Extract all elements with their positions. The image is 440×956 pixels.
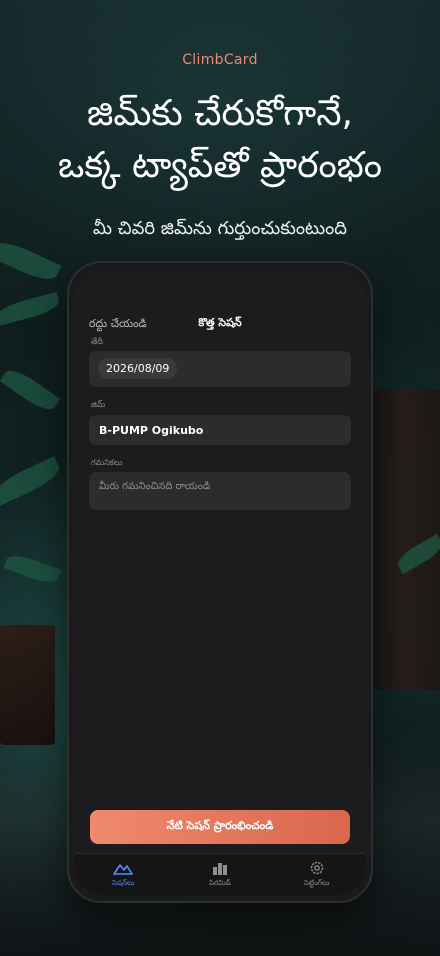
plant-leaf (0, 236, 62, 286)
plant-leaf (0, 291, 62, 327)
date-label: తేదీ (91, 337, 103, 346)
date-field[interactable]: 2026/08/09 (89, 351, 351, 387)
notes-field[interactable]: మీరు గమనించినది రాయండి (89, 472, 351, 510)
gym-value: B-PUMP Ogikubo (99, 424, 204, 437)
phone-mockup: రద్దు చేయండి కొత్త సెషన్ తేదీ 2026/08/09… (67, 261, 373, 903)
marketing-subline: మీ చివరి జిమ్‌ను గుర్తుంచుకుంటుంది (93, 218, 347, 239)
notes-label: గమనికలు (91, 458, 123, 467)
tab-sessions[interactable]: సెషన్‌లు (75, 854, 172, 895)
plant-leaf (0, 364, 61, 416)
marketing-headline: జిమ్‌కు చేరుకోగానే, ఒక్క ట్యాప్‌తో ప్రార… (0, 88, 440, 192)
brand-name: ClimbCard (182, 52, 258, 68)
tab-label: సెట్టింగ్‌లు (304, 879, 330, 887)
date-picker-chip[interactable]: 2026/08/09 (98, 358, 178, 379)
headline-line-2: ఒక్క ట్యాప్‌తో ప్రారంభం (58, 145, 382, 186)
gym-field[interactable]: B-PUMP Ogikubo (89, 415, 351, 445)
tab-label: సెషన్‌లు (112, 879, 135, 887)
headline-line-1: జిమ్‌కు చేరుకోగానే, (87, 93, 353, 134)
mountain-icon (113, 864, 134, 875)
notes-placeholder: మీరు గమనించినది రాయండి (99, 481, 211, 492)
plant-pot (0, 625, 55, 745)
tab-bar: సెషన్‌లు పిరమిడ్ సెట్టింగ్‌లు (75, 853, 365, 895)
bar-chart-icon (213, 863, 227, 875)
gear-icon (310, 861, 323, 875)
tab-settings[interactable]: సెట్టింగ్‌లు (268, 854, 365, 895)
start-session-button[interactable]: నేటి సెషన్ ప్రారంభించండి (90, 810, 350, 844)
tab-label: పిరమిడ్ (209, 879, 231, 887)
phone-screen: రద్దు చేయండి కొత్త సెషన్ తేదీ 2026/08/09… (75, 269, 365, 895)
gym-label: జిమ్ (91, 400, 106, 409)
plant-leaf (0, 456, 64, 506)
screen-title: కొత్త సెషన్ (198, 316, 242, 329)
tab-pyramid[interactable]: పిరమిడ్ (172, 854, 269, 895)
plant-leaf (3, 551, 62, 587)
